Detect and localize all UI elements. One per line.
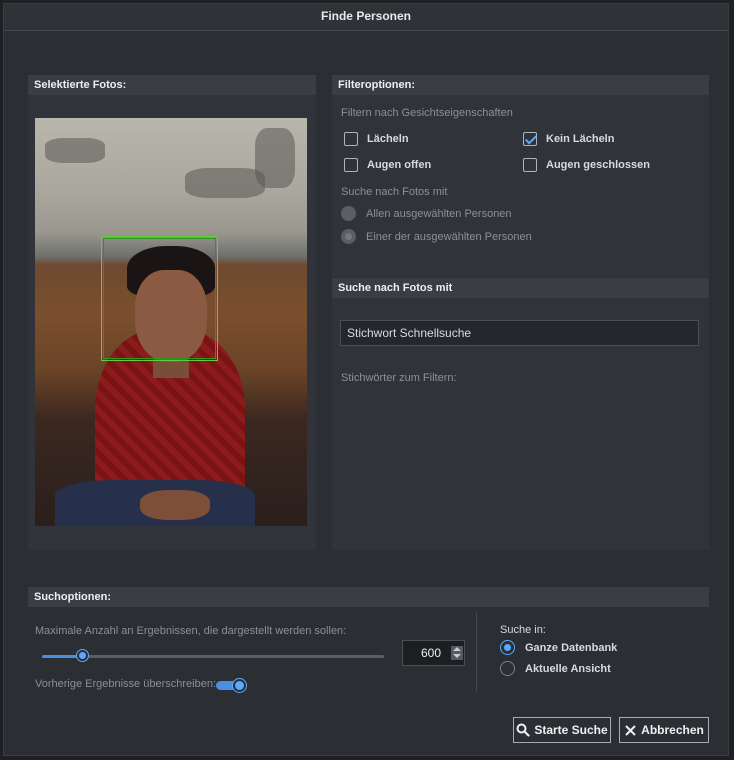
max-results-slider-thumb[interactable] — [77, 650, 88, 661]
stepper-arrows-icon[interactable] — [451, 646, 463, 660]
photos-with-label: Suche nach Fotos mit — [341, 186, 448, 198]
vertical-divider — [476, 612, 477, 692]
current-view-label: Aktuelle Ansicht — [525, 663, 611, 675]
filter-options-header: Filteroptionen: — [332, 75, 709, 95]
dialog-title: Finde Personen — [4, 4, 728, 31]
keywords-filter-label: Stichwörter zum Filtern: — [341, 372, 457, 384]
no-smile-label: Kein Lächeln — [546, 133, 615, 145]
start-search-label: Starte Suche — [534, 723, 608, 737]
eyes-open-label: Augen offen — [367, 159, 432, 171]
filter-subtitle: Filtern nach Gesichtseigenschaften — [341, 107, 513, 119]
any-person-radio[interactable] — [341, 229, 356, 244]
current-view-radio[interactable] — [500, 661, 515, 676]
cancel-button[interactable]: Abbrechen — [619, 717, 709, 743]
face-detection-box-inner — [103, 238, 216, 359]
max-results-value: 600 — [420, 646, 441, 660]
all-persons-radio[interactable] — [341, 206, 356, 221]
search-icon — [516, 723, 530, 737]
start-search-button[interactable]: Starte Suche — [513, 717, 611, 743]
selected-photos-header: Selektierte Fotos: — [28, 75, 316, 95]
whole-database-label: Ganze Datenbank — [525, 642, 618, 654]
search-options-header: Suchoptionen: — [28, 587, 709, 607]
smile-label: Lächeln — [367, 133, 409, 145]
max-results-stepper[interactable]: 600 — [402, 640, 465, 666]
cancel-label: Abbrechen — [641, 723, 704, 737]
no-smile-checkbox[interactable] — [523, 132, 537, 146]
search-photos-header: Suche nach Fotos mit — [332, 278, 709, 298]
overwrite-label: Vorherige Ergebnisse überschreiben: — [35, 678, 217, 690]
eyes-open-checkbox[interactable] — [344, 158, 358, 172]
max-results-slider-track[interactable] — [42, 655, 384, 658]
search-in-label: Suche in: — [500, 624, 546, 636]
overwrite-toggle[interactable] — [216, 679, 246, 692]
close-icon — [625, 724, 636, 736]
smile-checkbox[interactable] — [344, 132, 358, 146]
any-person-label: Einer der ausgewählten Personen — [366, 231, 532, 243]
max-results-label: Maximale Anzahl an Ergebnissen, die darg… — [35, 625, 347, 637]
eyes-closed-checkbox[interactable] — [523, 158, 537, 172]
all-persons-label: Allen ausgewählten Personen — [366, 208, 512, 220]
keyword-search-input[interactable] — [340, 320, 699, 346]
eyes-closed-label: Augen geschlossen — [546, 159, 650, 171]
whole-database-radio[interactable] — [500, 640, 515, 655]
